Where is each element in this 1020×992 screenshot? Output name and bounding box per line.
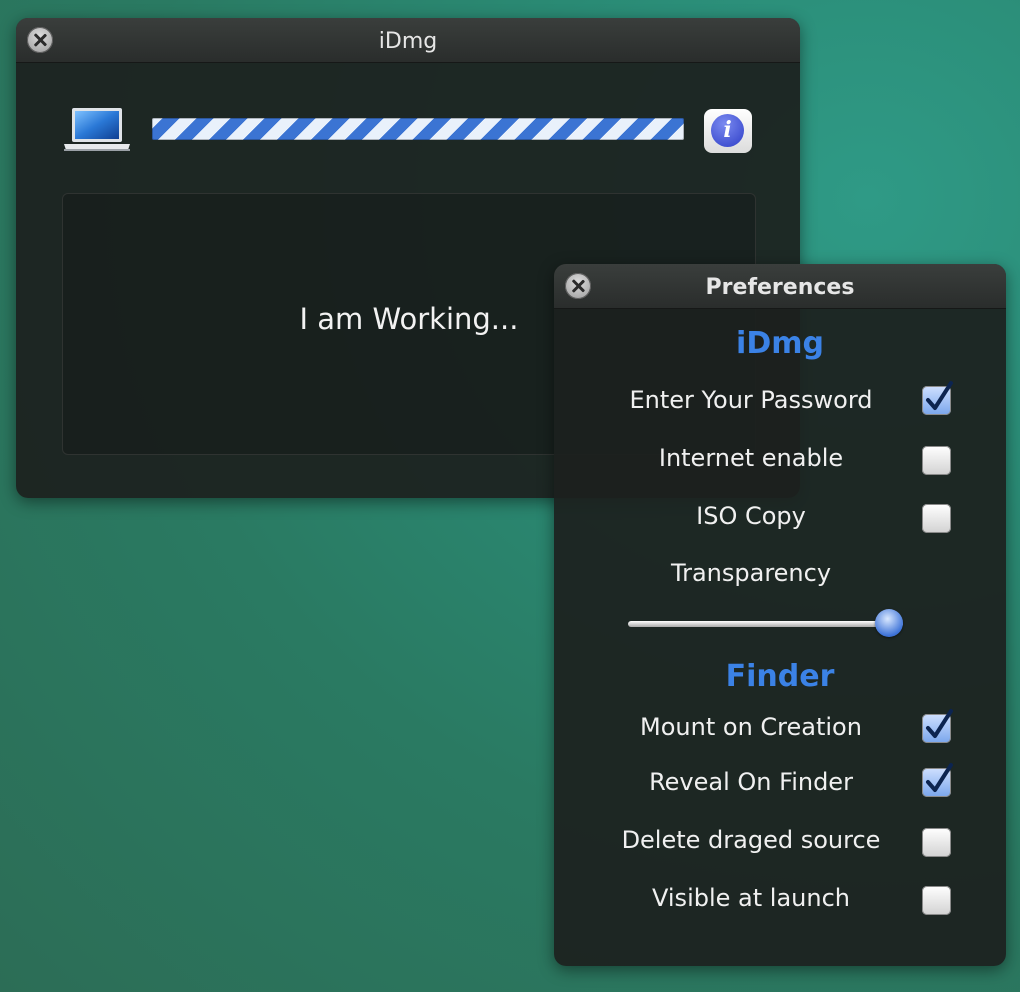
label-internet-enable: Internet enable bbox=[658, 444, 844, 472]
section-heading-idmg: iDmg bbox=[736, 326, 824, 361]
transparency-slider-track[interactable] bbox=[628, 621, 903, 627]
progress-bar-indeterminate bbox=[152, 118, 684, 140]
main-window-title: iDmg bbox=[378, 29, 438, 54]
checkbox-internet-enable[interactable] bbox=[922, 446, 951, 475]
main-titlebar[interactable]: iDmg bbox=[16, 18, 800, 63]
preferences-titlebar[interactable]: Preferences bbox=[554, 264, 1006, 309]
info-button[interactable]: i bbox=[704, 109, 752, 153]
label-reveal-on-finder: Reveal On Finder bbox=[649, 768, 853, 796]
checkbox-delete-draged-source[interactable] bbox=[922, 828, 951, 857]
label-transparency: Transparency bbox=[670, 559, 832, 587]
label-delete-draged-source: Delete draged source bbox=[621, 826, 881, 854]
checkmark-icon bbox=[926, 709, 953, 738]
label-mount-on-creation: Mount on Creation bbox=[640, 713, 862, 741]
checkbox-iso-copy[interactable] bbox=[922, 504, 951, 533]
preferences-title: Preferences bbox=[705, 275, 855, 300]
checkmark-icon bbox=[926, 763, 953, 792]
laptop-icon bbox=[64, 108, 130, 151]
checkmark-icon bbox=[926, 381, 953, 410]
label-iso-copy: ISO Copy bbox=[696, 502, 806, 530]
section-heading-finder: Finder bbox=[725, 659, 835, 694]
checkbox-reveal-on-finder[interactable] bbox=[922, 763, 953, 797]
info-icon: i bbox=[711, 114, 744, 147]
checkbox-mount-on-creation[interactable] bbox=[922, 709, 953, 743]
checkbox-visible-at-launch[interactable] bbox=[922, 886, 951, 915]
checkbox-enter-password[interactable] bbox=[922, 381, 953, 415]
label-enter-password: Enter Your Password bbox=[629, 386, 873, 414]
transparency-slider-knob[interactable] bbox=[875, 609, 904, 637]
label-visible-at-launch: Visible at launch bbox=[652, 884, 850, 912]
preferences-window: Preferences iDmg Enter Your Password Int… bbox=[554, 264, 1006, 966]
